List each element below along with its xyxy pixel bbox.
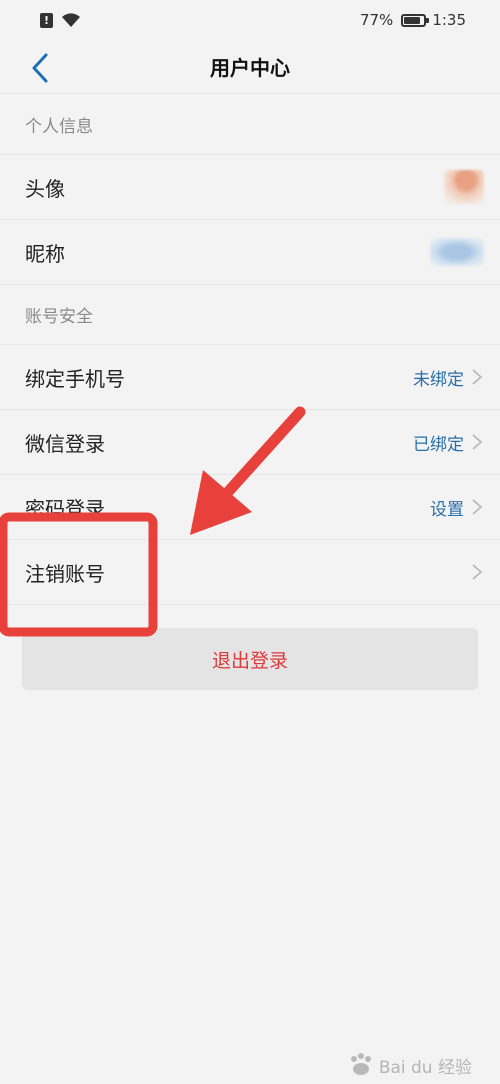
battery-fill [404, 16, 421, 24]
row-value: 设置 [430, 499, 464, 520]
row-delete-account[interactable]: 注销账号 [0, 540, 500, 605]
chevron-left-icon [32, 53, 48, 83]
battery-percent: 77% [359, 11, 394, 29]
row-right: 设置 [430, 495, 484, 520]
chevron-right-icon [472, 434, 483, 450]
paw-icon [350, 1053, 371, 1075]
row-right [430, 238, 484, 266]
status-bar: ! 77% 1:35 [0, 0, 500, 40]
alert-icon: ! [40, 12, 53, 28]
row-value: 已绑定 [413, 434, 464, 455]
watermark-text: Bai du 经验 [378, 1057, 472, 1078]
nickname-value [430, 238, 484, 266]
chevron-right-icon [472, 369, 483, 385]
row-password-login[interactable]: 密码登录 设置 [0, 475, 500, 540]
section-header-personal-info: 个人信息 [0, 95, 500, 155]
battery-icon [401, 13, 430, 27]
logout-button[interactable]: 退出登录 [22, 628, 478, 690]
row-nickname[interactable]: 昵称 [0, 220, 500, 285]
section-header-account-security: 账号安全 [0, 285, 500, 345]
row-value: 未绑定 [413, 369, 464, 390]
clock: 1:35 [432, 11, 466, 29]
watermark: Bai du 经验 [347, 1052, 472, 1078]
row-label: 密码登录 [25, 496, 105, 521]
row-label: 微信登录 [25, 431, 105, 456]
row-right: 已绑定 [413, 430, 484, 455]
row-right: 未绑定 [413, 365, 484, 390]
row-avatar[interactable]: 头像 [0, 155, 500, 220]
avatar [444, 170, 484, 204]
status-left: ! [40, 12, 81, 28]
row-label: 绑定手机号 [25, 366, 125, 391]
nav-bar: 用户中心 [0, 40, 500, 94]
chevron-right-icon [472, 564, 483, 580]
row-label: 头像 [25, 176, 65, 201]
row-label: 昵称 [25, 241, 65, 266]
wifi-icon [62, 12, 80, 27]
row-wechat-login[interactable]: 微信登录 已绑定 [0, 410, 500, 475]
row-right [444, 170, 484, 204]
row-label: 注销账号 [25, 561, 105, 586]
chevron-right-icon [472, 499, 483, 515]
row-right [464, 563, 484, 581]
row-bind-phone[interactable]: 绑定手机号 未绑定 [0, 345, 500, 410]
page-title: 用户中心 [210, 56, 290, 80]
back-button[interactable] [20, 48, 60, 88]
status-right: 77% 1:35 [360, 11, 466, 29]
